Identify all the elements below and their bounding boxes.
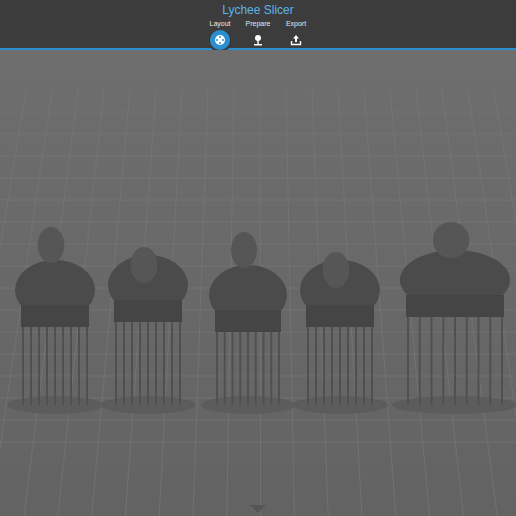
model[interactable] <box>292 252 388 414</box>
model[interactable] <box>201 232 295 414</box>
move-icon <box>214 34 226 46</box>
tab-label: Export <box>286 19 306 29</box>
3d-viewport[interactable] <box>0 50 516 516</box>
tab-icon-holder <box>286 30 306 50</box>
tab-icon-holder <box>210 30 230 50</box>
grid <box>0 90 516 516</box>
lychee-slicer-window: Lychee Slicer Layout Prepare Export <box>0 0 516 516</box>
mode-tab[interactable]: Layout <box>205 19 235 50</box>
mode-tabs: Layout Prepare Export <box>205 19 311 50</box>
app-title: Lychee Slicer <box>222 3 294 17</box>
support-icon <box>252 34 264 46</box>
export-icon <box>290 34 302 46</box>
tab-label: Prepare <box>246 19 271 29</box>
mode-tab[interactable]: Prepare <box>243 19 273 50</box>
model[interactable] <box>392 222 516 414</box>
collapse-arrow-icon[interactable] <box>250 505 266 513</box>
mode-tab[interactable]: Export <box>281 19 311 50</box>
model[interactable] <box>100 247 196 414</box>
tab-icon-holder <box>248 30 268 50</box>
tab-label: Layout <box>209 19 230 29</box>
build-plate-scene[interactable] <box>0 50 516 516</box>
top-bar: Lychee Slicer Layout Prepare Export <box>0 0 516 50</box>
model[interactable] <box>7 227 103 414</box>
